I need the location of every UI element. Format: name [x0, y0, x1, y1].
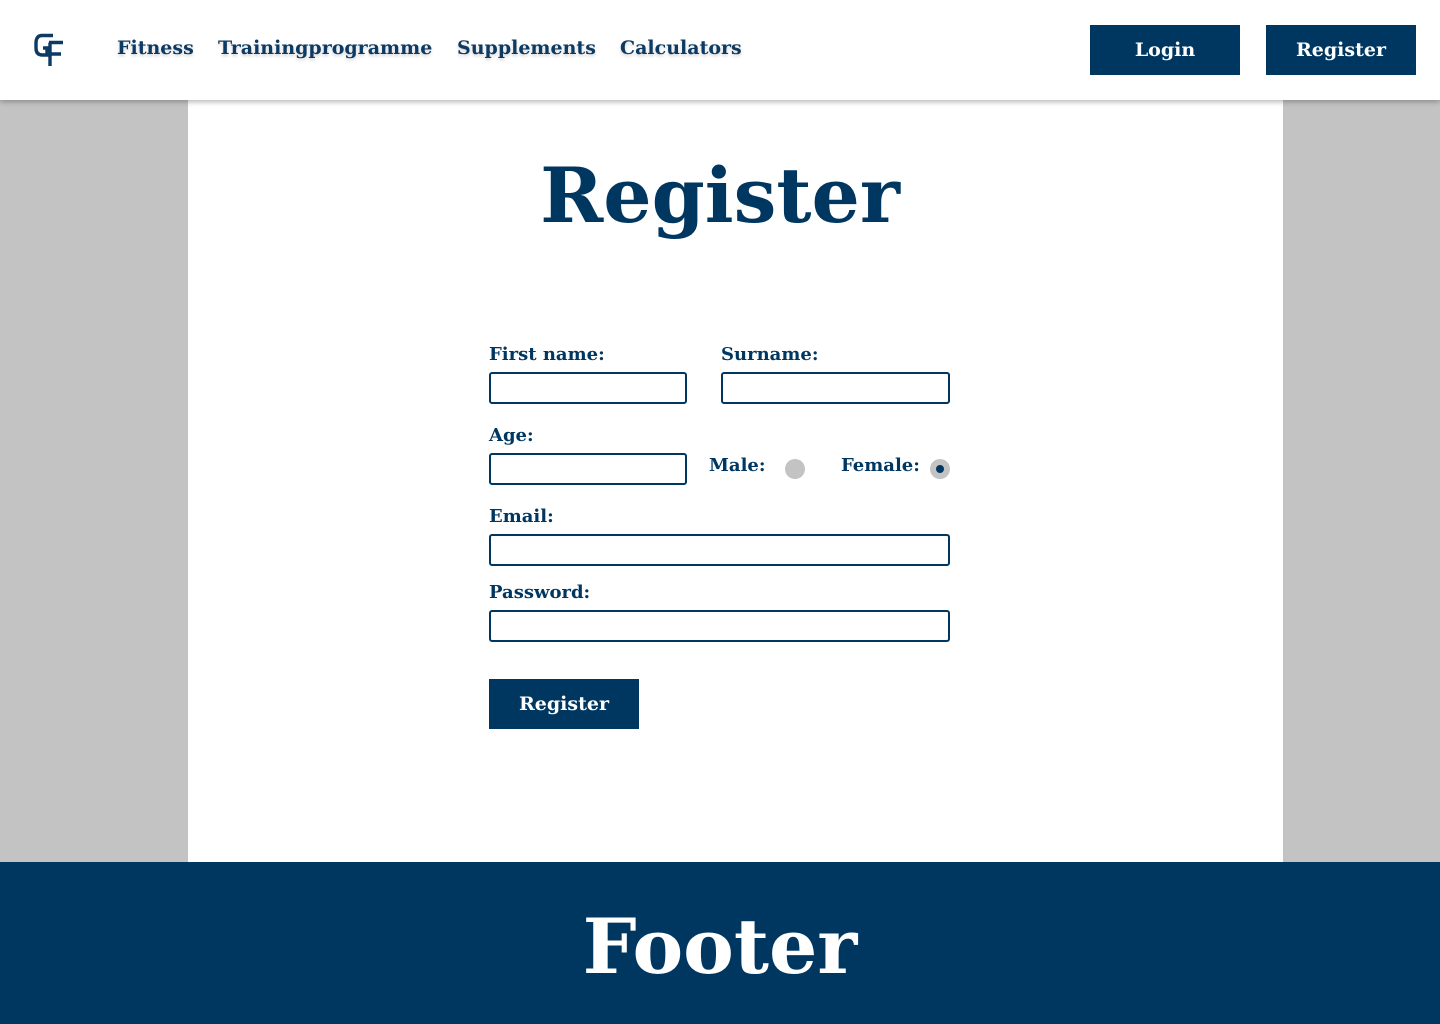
first-name-field[interactable]: [489, 372, 687, 404]
male-label: Male:: [709, 455, 766, 476]
surname-label: Surname:: [721, 344, 819, 365]
register-submit-button[interactable]: Register: [489, 679, 639, 729]
age-field[interactable]: [489, 453, 687, 485]
nav-calculators[interactable]: Calculators: [620, 37, 742, 59]
first-name-label: First name:: [489, 344, 605, 365]
page-title: Register: [540, 151, 900, 240]
male-radio[interactable]: [785, 459, 805, 479]
female-label: Female:: [841, 455, 920, 476]
nav-fitness[interactable]: Fitness: [117, 37, 194, 59]
surname-field[interactable]: [721, 372, 950, 404]
email-label: Email:: [489, 506, 554, 527]
nav-trainingprogramme[interactable]: Trainingprogramme: [218, 37, 432, 59]
nav-supplements[interactable]: Supplements: [457, 37, 596, 59]
gf-logo-mark: [34, 33, 63, 66]
email-field[interactable]: [489, 534, 950, 566]
footer-title: Footer: [582, 902, 858, 991]
age-label: Age:: [489, 425, 534, 446]
login-button[interactable]: Login: [1090, 25, 1240, 75]
header-register-button[interactable]: Register: [1266, 25, 1416, 75]
site-header: Fitness Trainingprogramme Supplements Ca…: [0, 0, 1440, 100]
gf-logo-icon[interactable]: [33, 30, 67, 70]
female-radio[interactable]: [930, 459, 950, 479]
password-label: Password:: [489, 582, 591, 603]
password-field[interactable]: [489, 610, 950, 642]
